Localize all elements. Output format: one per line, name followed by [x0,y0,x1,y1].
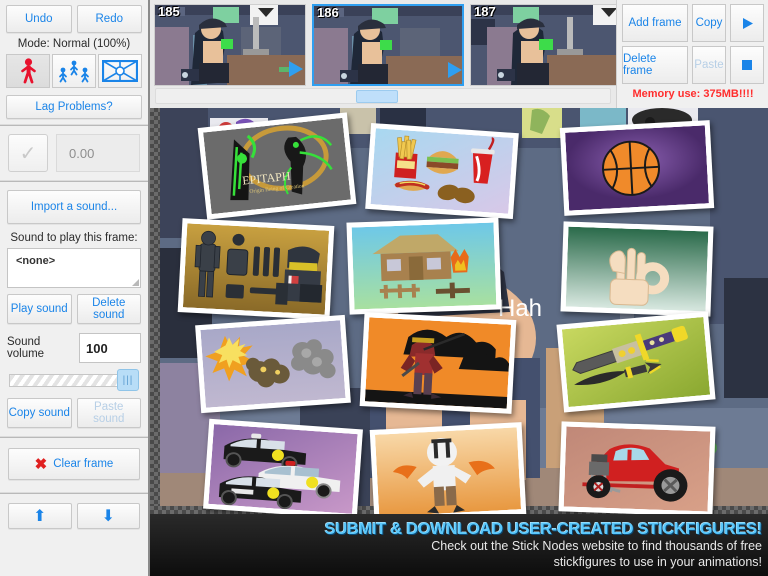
ok-hand-card[interactable] [560,221,714,317]
clear-frame-button[interactable]: ✖ Clear frame [8,448,140,480]
sound-frame-label: Sound to play this frame: [10,232,138,244]
mode-frame-grid-button[interactable] [98,54,142,88]
frames-timeline[interactable]: 185 186 187 [150,0,617,108]
multiple-stickfigures-icon [59,60,89,83]
banner-line-1: Check out the Stick Nodes website to fin… [431,538,762,553]
sound-volume-label: Sound volume [7,336,45,360]
sound-name-field[interactable]: <none> [7,248,141,288]
reorder-section: ⬆ ⬇ [0,494,148,538]
card-image [565,226,709,312]
lag-problems-button[interactable]: Lag Problems? [6,95,142,119]
stop-icon [742,60,752,70]
stop-button[interactable] [730,46,764,84]
delete-sound-button[interactable]: Delete sound [76,294,141,324]
card-image [563,426,711,512]
banner-headline: SUBMIT & DOWNLOAD USER-CREATED STICKFIGU… [324,519,763,538]
card-image [200,320,346,408]
slider-track [9,374,121,387]
play-sound-button[interactable]: Play sound [7,294,72,324]
paste-sound-button[interactable]: Paste sound [76,398,141,428]
card-image [561,316,711,408]
minecraft-house-card[interactable] [346,217,502,315]
frame-thumbnail-list: 185 186 187 [150,0,616,86]
frame-grid-icon [102,60,138,82]
copy-sound-button[interactable]: Copy sound [7,398,72,428]
arrow-down-icon: ⬇ [101,508,115,525]
card-image [374,427,522,517]
card-image [208,424,358,514]
card-image [364,317,512,409]
sound-volume-slider[interactable]: ||| [9,369,139,391]
move-frame-down-button[interactable]: ⬇ [76,503,140,529]
clear-frame-label: Clear frame [53,458,114,470]
mode-multiple-figures-button[interactable] [52,54,96,88]
arrow-up-icon: ⬆ [33,508,47,525]
frame-number: 187 [474,4,496,19]
history-section: Undo Redo Mode: Normal (100%) Lag Proble… [0,0,148,124]
paste-frame-button[interactable]: Paste [692,46,726,84]
card-image [565,125,709,211]
undo-button[interactable]: Undo [6,5,72,33]
slider-thumb[interactable]: ||| [117,369,139,391]
frame-number: 186 [317,5,339,20]
mode-selector [6,54,142,88]
import-sound-button[interactable]: Import a sound... [7,190,141,224]
play-button[interactable] [730,4,764,42]
promo-banner[interactable]: SUBMIT & DOWNLOAD USER-CREATED STICKFIGU… [150,514,768,576]
frame-controls: Add frame Copy Delete frame Paste Memory… [617,0,768,108]
single-stickfigure-icon [20,58,36,84]
mode-single-figure-button[interactable] [6,54,50,88]
card-image: EPITAPH Origin Being of Creation [203,117,351,215]
x-icon: ✖ [34,456,48,473]
sound-section: Import a sound... Sound to play this fra… [0,182,148,436]
hotrod-car-card[interactable] [558,421,716,517]
swords-card[interactable] [556,311,716,413]
move-frame-up-button[interactable]: ⬆ [8,503,72,529]
sound-volume-field[interactable]: 100 [79,333,141,363]
animation-canvas[interactable]: Hah EPITAPH Origin Being of Creation SUB… [150,108,768,576]
basketball-card[interactable] [559,120,715,216]
clear-frame-section: ✖ Clear frame [0,438,148,490]
card-image [370,128,514,214]
samurai-card[interactable] [359,312,517,414]
frames-scrollbar[interactable] [155,88,611,104]
explosions-card[interactable] [195,314,351,414]
frame-number: 185 [158,4,180,19]
memory-usage-label: Memory use: 375MB!!!! [632,88,754,100]
add-frame-button[interactable]: Add frame [622,4,688,42]
top-strip: 185 186 187 Add frame Copy Delete frame … [150,0,768,108]
fastfood-card[interactable] [365,122,519,220]
card-image [351,222,497,310]
mode-label: Mode: Normal (100%) [17,38,131,50]
frames-scrollbar-thumb[interactable] [355,90,398,103]
tween-checkbox[interactable]: ✓ [8,134,48,172]
play-icon [742,17,753,29]
frame-thumbnail[interactable]: 186 [312,4,464,86]
redo-button[interactable]: Redo [76,5,142,33]
police-cars-card[interactable] [203,418,363,520]
epitaph-artwork-card[interactable]: EPITAPH Origin Being of Creation [197,112,357,220]
tween-value-field[interactable]: 0.00 [56,134,140,172]
military-gear-card[interactable] [177,218,335,320]
tween-section: ✓ 0.00 [0,126,148,180]
frame-thumbnail[interactable]: 185 [154,4,306,86]
canvas-background-text: Hah [498,295,542,322]
frame-thumbnail[interactable]: 187 [470,4,616,86]
card-image [182,223,330,315]
banner-line-2: stickfigures to use in your animations! [553,554,762,569]
delete-frame-button[interactable]: Delete frame [622,46,688,84]
copy-frame-button[interactable]: Copy [692,4,726,42]
character-card[interactable] [369,422,527,522]
left-sidebar: Undo Redo Mode: Normal (100%) Lag Proble… [0,0,150,576]
